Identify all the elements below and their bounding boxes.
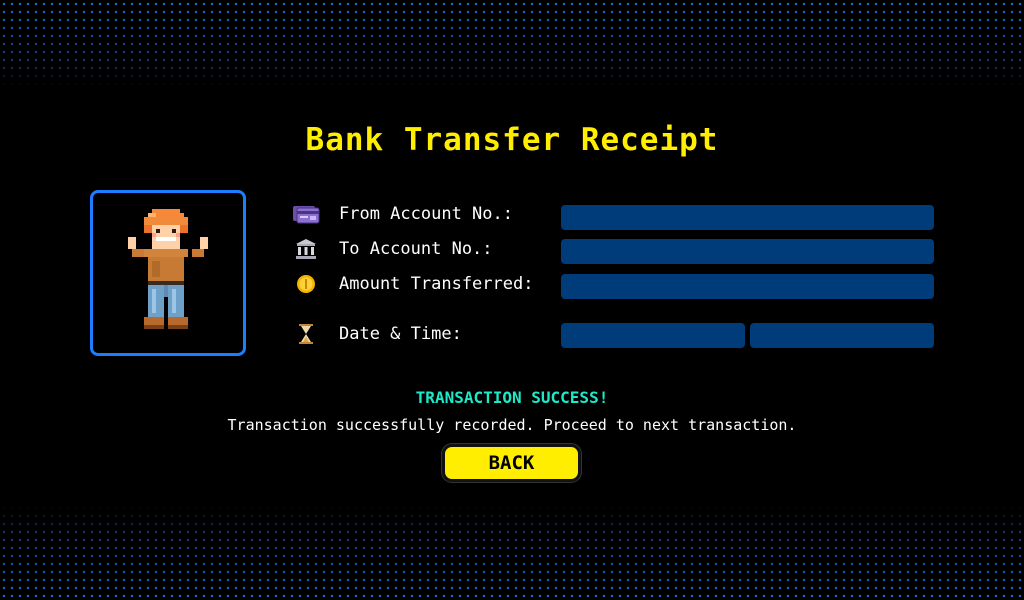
to-account-row: To Account No.:	[292, 236, 493, 262]
from-account-row: From Account No.:	[292, 201, 513, 227]
amount-field[interactable]	[561, 274, 934, 299]
from-account-field[interactable]	[561, 205, 934, 230]
back-button[interactable]: BACK	[442, 444, 581, 482]
page-title: Bank Transfer Receipt	[305, 122, 719, 158]
credit-card-icon	[292, 201, 320, 227]
transaction-message: Transaction successfully recorded. Proce…	[227, 416, 797, 434]
amount-label: Amount Transferred:	[339, 274, 534, 294]
pixel-character-icon	[128, 209, 208, 329]
coin-icon	[292, 271, 320, 297]
from-account-label: From Account No.:	[339, 204, 513, 224]
to-account-label: To Account No.:	[339, 239, 493, 259]
bank-icon	[292, 236, 320, 262]
date-time-label: Date & Time:	[339, 324, 462, 344]
hourglass-icon	[292, 321, 320, 347]
amount-row: Amount Transferred:	[292, 271, 533, 297]
avatar	[90, 190, 246, 356]
dot-pattern-top	[0, 0, 1024, 88]
time-field[interactable]	[750, 323, 934, 348]
transaction-status: TRANSACTION SUCCESS!	[415, 388, 609, 407]
date-time-row: Date & Time:	[292, 321, 462, 347]
date-field[interactable]	[561, 323, 745, 348]
to-account-field[interactable]	[561, 239, 934, 264]
dot-pattern-bottom	[0, 504, 1024, 600]
